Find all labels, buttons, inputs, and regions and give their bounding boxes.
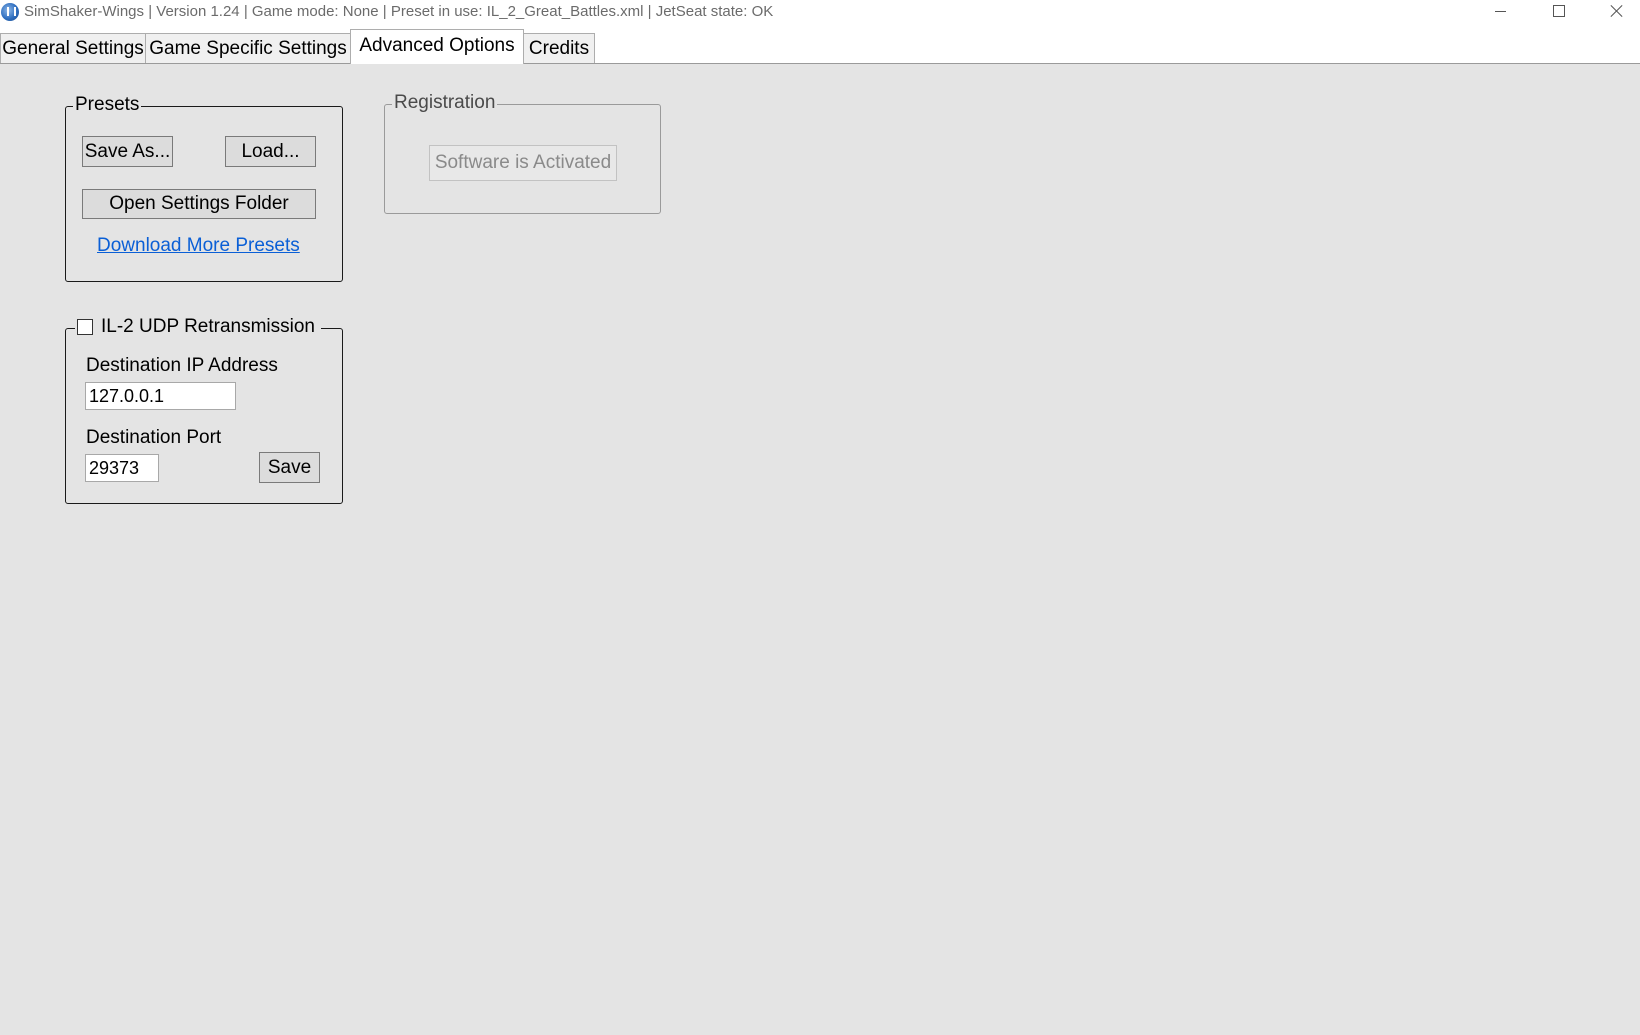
tab-strip: General Settings Game Specific Settings … [0,28,1640,64]
title-bar: SimShaker-Wings | Version 1.24 | Game mo… [0,0,1640,26]
registration-group: Registration Software is Activated [384,92,661,214]
destination-port-input[interactable]: 29373 [85,454,159,482]
close-icon[interactable] [1588,0,1640,24]
destination-ip-input[interactable]: 127.0.0.1 [85,382,236,410]
load-button[interactable]: Load... [225,136,316,167]
tab-general-settings[interactable]: General Settings [0,33,146,63]
save-as-button[interactable]: Save As... [82,136,173,167]
software-activated-button: Software is Activated [429,145,617,181]
tab-credits[interactable]: Credits [523,33,595,63]
udp-retransmission-group: IL-2 UDP Retransmission Destination IP A… [65,316,343,504]
download-more-presets-link[interactable]: Download More Presets [97,235,300,257]
advanced-options-panel: Presets Save As... Load... Open Settings… [0,64,1640,1035]
udp-retransmission-checkbox[interactable] [77,319,93,335]
destination-port-label: Destination Port [86,427,222,448]
app-logo-icon [1,3,19,21]
window-title: SimShaker-Wings | Version 1.24 | Game mo… [24,3,774,20]
minimize-icon[interactable] [1472,0,1530,24]
tab-advanced-options[interactable]: Advanced Options [350,29,524,64]
maximize-icon[interactable] [1530,0,1588,24]
open-settings-folder-button[interactable]: Open Settings Folder [82,189,316,219]
presets-group: Presets Save As... Load... Open Settings… [65,94,343,282]
save-udp-settings-button[interactable]: Save [259,452,320,483]
tab-game-specific-settings[interactable]: Game Specific Settings [145,33,351,63]
registration-group-title: Registration [392,92,498,114]
udp-group-header: IL-2 UDP Retransmission [75,316,322,338]
udp-retransmission-label: IL-2 UDP Retransmission [101,316,316,337]
presets-group-title: Presets [73,94,142,116]
destination-ip-label: Destination IP Address [86,355,278,376]
